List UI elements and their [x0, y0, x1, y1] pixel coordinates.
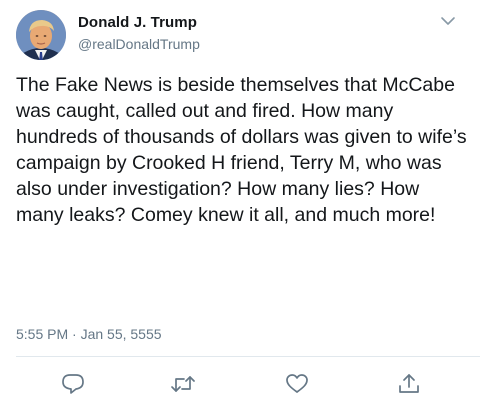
- reply-button[interactable]: [60, 372, 86, 396]
- speech-bubble-icon: [62, 374, 84, 394]
- share-upload-icon: [399, 374, 419, 393]
- user-handle[interactable]: @realDonaldTrump: [78, 36, 200, 52]
- tweet-text: The Fake News is beside themselves that …: [16, 74, 467, 226]
- tweet-card: Donald J. Trump @realDonaldTrump The Fak…: [0, 0, 480, 410]
- divider: [16, 356, 480, 357]
- heart-icon: [286, 374, 308, 393]
- share-button[interactable]: [396, 372, 422, 396]
- chevron-down-icon[interactable]: [440, 14, 456, 28]
- tweet-timestamp[interactable]: 5:55 PM · Jan 55, 5555: [16, 326, 162, 342]
- avatar[interactable]: [16, 10, 66, 60]
- retweet-icon: [171, 376, 195, 392]
- display-name[interactable]: Donald J. Trump: [78, 14, 197, 31]
- like-button[interactable]: [284, 372, 310, 396]
- retweet-button[interactable]: [170, 372, 196, 396]
